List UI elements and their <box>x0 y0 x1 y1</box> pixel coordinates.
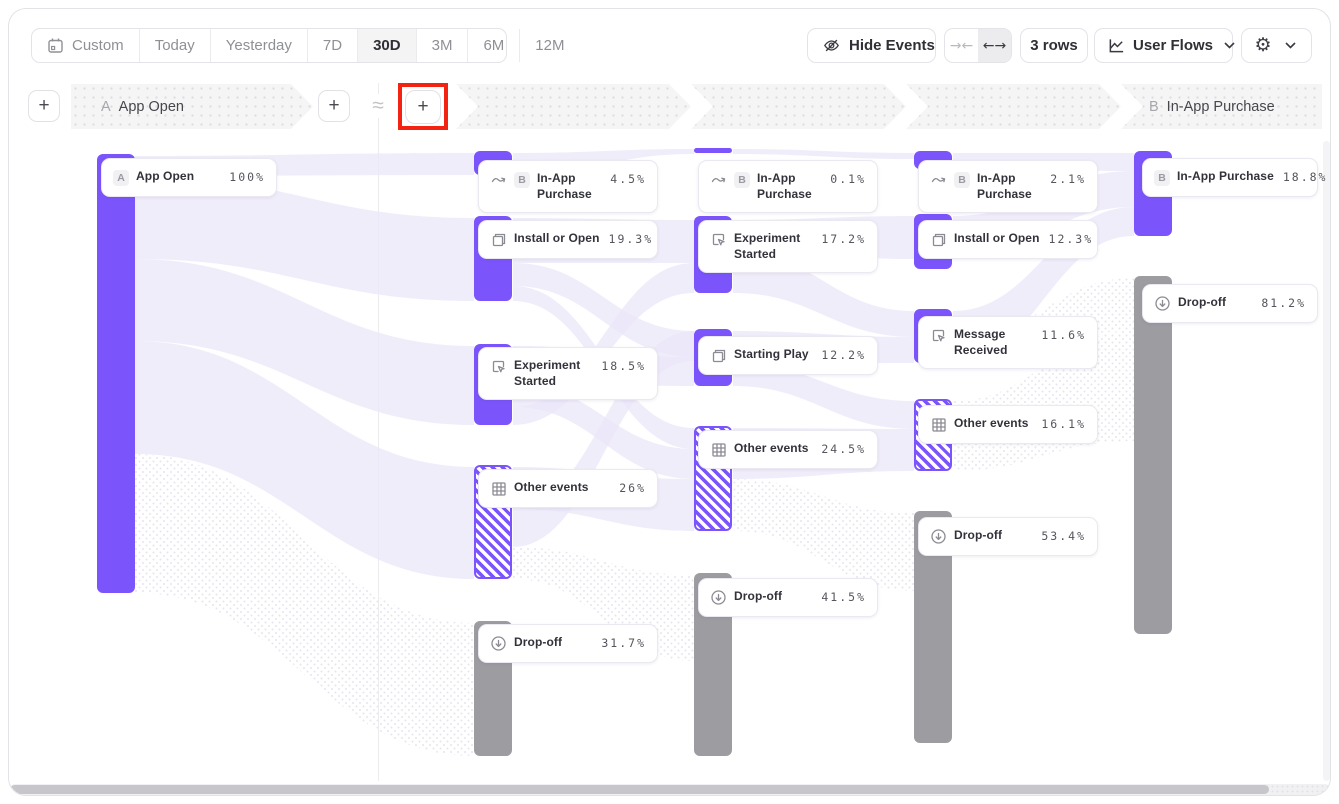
event-percentage: 16.1% <box>1041 417 1086 431</box>
event-percentage: 53.4% <box>1041 529 1086 543</box>
trend-icon <box>490 171 507 188</box>
flow-node-drop-off[interactable]: Drop-off 53.4% <box>918 517 1098 556</box>
squares-icon <box>490 231 507 248</box>
flow-node-install-or-open[interactable]: Install or Open 19.3% <box>478 220 658 259</box>
event-label: Other events <box>734 441 812 457</box>
flow-node-other-events[interactable]: Other events 26% <box>478 469 658 508</box>
event-badge: B <box>954 172 970 188</box>
event-label: Starting Play <box>734 347 812 363</box>
flow-node-in-app-purchase[interactable]: BIn-App Purchase18.8% <box>1142 158 1318 197</box>
dropoff-icon <box>490 635 507 652</box>
flow-ribbon <box>733 149 914 159</box>
event-label: Experiment Started <box>734 231 812 262</box>
event-percentage: 2.1% <box>1050 172 1086 186</box>
event-label: Message Received <box>954 327 1032 358</box>
event-label: Other events <box>954 416 1032 432</box>
flow-node-in-app-purchase[interactable]: B In-App Purchase 2.1% <box>918 160 1098 213</box>
flow-node-drop-off[interactable]: Drop-off 41.5% <box>698 578 878 617</box>
event-percentage: 12.3% <box>1049 232 1094 246</box>
event-label: App Open <box>136 169 220 185</box>
event-label: Drop-off <box>1178 295 1252 311</box>
event-label: In-App Purchase <box>537 171 601 202</box>
dropoff-icon <box>930 528 947 545</box>
flow-node-drop-off[interactable]: Drop-off 31.7% <box>478 624 658 663</box>
grid-icon <box>490 480 507 497</box>
event-label: Drop-off <box>954 528 1032 544</box>
flow-node-install-or-open[interactable]: Install or Open 12.3% <box>918 220 1098 259</box>
event-badge: A <box>113 170 129 186</box>
event-label: In-App Purchase <box>757 171 821 202</box>
event-percentage: 31.7% <box>601 636 646 650</box>
dropoff-icon <box>1154 295 1171 312</box>
flow-node-starting-play[interactable]: Starting Play 12.2% <box>698 336 878 375</box>
flow-node-in-app-purchase[interactable]: B In-App Purchase 4.5% <box>478 160 658 213</box>
flow-node-drop-off[interactable]: Drop-off 81.2% <box>1142 284 1318 323</box>
trend-icon <box>710 171 727 188</box>
event-percentage: 11.6% <box>1041 328 1086 342</box>
flow-bar-app-open <box>97 154 135 593</box>
dropoff-ribbon <box>733 479 914 591</box>
event-percentage: 81.2% <box>1261 296 1306 310</box>
flow-node-app-open[interactable]: A App Open 100% <box>101 158 277 197</box>
flow-node-experiment-started[interactable]: Experiment Started 18.5% <box>478 347 658 400</box>
flow-node-other-events[interactable]: Other events 24.5% <box>698 430 878 469</box>
event-label: Experiment Started <box>514 358 592 389</box>
event-percentage: 24.5% <box>821 442 866 456</box>
flow-node-message-received[interactable]: Message Received 11.6% <box>918 316 1098 369</box>
annotation-highlight <box>398 83 448 130</box>
event-badge: B <box>1154 170 1170 186</box>
event-percentage: 100% <box>229 170 265 184</box>
event-label: In-App Purchase <box>977 171 1041 202</box>
grid-icon <box>710 441 727 458</box>
click-icon <box>930 327 947 344</box>
flow-bar-drop-off <box>1134 276 1172 634</box>
flow-node-other-events[interactable]: Other events 16.1% <box>918 405 1098 444</box>
event-percentage: 19.3% <box>609 232 654 246</box>
flow-node-experiment-started[interactable]: Experiment Started 17.2% <box>698 220 878 273</box>
event-percentage: 12.2% <box>821 348 866 362</box>
click-icon <box>710 231 727 248</box>
event-badge: B <box>734 172 750 188</box>
click-icon <box>490 358 507 375</box>
event-label: Other events <box>514 480 610 496</box>
flow-ribbons <box>8 8 1331 796</box>
grid-icon <box>930 416 947 433</box>
event-percentage: 41.5% <box>821 590 866 604</box>
event-percentage: 17.2% <box>821 232 866 246</box>
report-card: Custom Today Yesterday 7D 30D 3M 6M 12M … <box>8 8 1331 796</box>
approx-symbol: ≈ <box>364 94 392 118</box>
flow-bar-in-app-purchase <box>694 148 732 153</box>
user-flows-report: Custom Today Yesterday 7D 30D 3M 6M 12M … <box>0 0 1339 804</box>
event-percentage: 4.5% <box>610 172 646 186</box>
event-label: Install or Open <box>954 231 1040 247</box>
event-label: Drop-off <box>514 635 592 651</box>
event-label: In-App Purchase <box>1177 169 1274 185</box>
event-percentage: 18.5% <box>601 359 646 373</box>
event-percentage: 0.1% <box>830 172 866 186</box>
event-label: Install or Open <box>514 231 600 247</box>
squares-icon <box>710 347 727 364</box>
event-label: Drop-off <box>734 589 812 605</box>
trend-icon <box>930 171 947 188</box>
event-percentage: 18.8% <box>1283 170 1328 184</box>
squares-icon <box>930 231 947 248</box>
flow-node-in-app-purchase[interactable]: B In-App Purchase 0.1% <box>698 160 878 213</box>
event-percentage: 26% <box>619 481 646 495</box>
event-badge: B <box>514 172 530 188</box>
dropoff-icon <box>710 589 727 606</box>
